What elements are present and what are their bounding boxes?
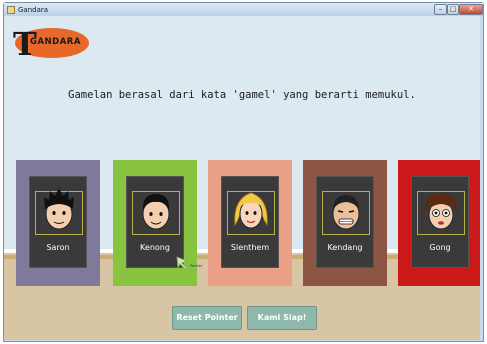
card-panel: Slenthem (221, 176, 279, 268)
pointer-caption: Pointer (190, 264, 203, 268)
card-label: Kenong (140, 243, 170, 252)
game-canvas: T GANDARA Gamelan berasal dari kata 'gam… (4, 16, 480, 340)
card-panel: Saron (29, 176, 87, 268)
close-button[interactable]: ✕ (459, 4, 483, 15)
reset-pointer-button[interactable]: Reset Pointer (172, 306, 242, 330)
gong-face-icon (423, 193, 459, 230)
card-label: Slenthem (230, 243, 270, 252)
card-label: Saron (46, 243, 70, 252)
logo-text: GANDARA (30, 37, 81, 47)
kendang-face-icon (332, 195, 360, 230)
maximize-button[interactable]: □ (447, 4, 459, 15)
card-kendang[interactable]: Kendang (303, 160, 387, 286)
card-slenthem[interactable]: Slenthem (208, 160, 292, 286)
title-bar[interactable]: Gandara – □ ✕ (4, 3, 483, 17)
card-gong[interactable]: Gong (398, 160, 480, 286)
kenong-face-icon (142, 194, 170, 230)
card-panel: Kendang (316, 176, 374, 268)
gandara-logo: T GANDARA (13, 25, 89, 62)
fact-sentence: Gamelan berasal dari kata 'gamel' yang b… (68, 89, 416, 101)
card-label: Gong (429, 243, 451, 252)
minimize-button[interactable]: – (434, 4, 447, 15)
kami-siap-button[interactable]: Kami Siap! (247, 306, 317, 330)
app-icon (7, 6, 15, 14)
card-label: Kendang (327, 243, 363, 252)
window-title: Gandara (18, 6, 49, 14)
pointer-arrow-icon[interactable]: Pointer (175, 255, 209, 275)
card-saron[interactable]: Saron (16, 160, 100, 286)
saron-face-icon (44, 188, 74, 230)
card-panel: Gong (411, 176, 469, 268)
slenthem-face-icon (234, 192, 268, 229)
